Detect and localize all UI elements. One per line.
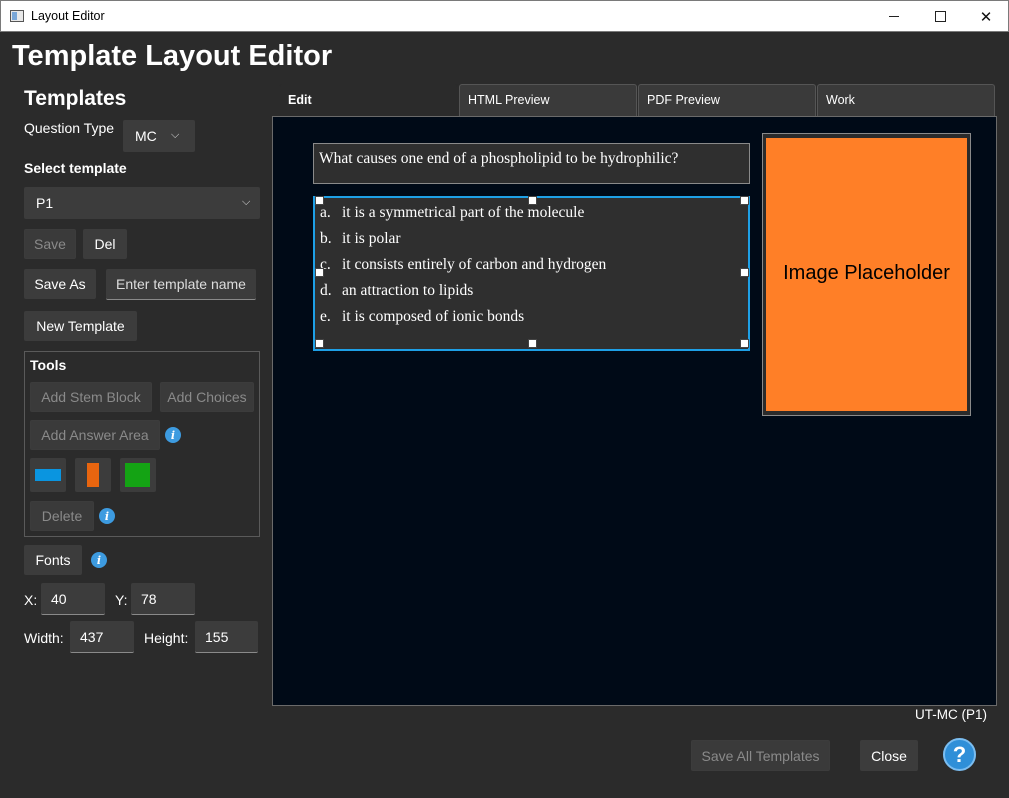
help-button[interactable]: ? bbox=[943, 738, 976, 771]
tab-work[interactable]: Work bbox=[817, 84, 995, 116]
resize-handle-top[interactable] bbox=[528, 196, 537, 205]
delete-element-button[interactable]: Delete bbox=[30, 501, 94, 531]
template-name-input[interactable]: Enter template name bbox=[106, 269, 256, 300]
close-icon: ✕ bbox=[979, 8, 993, 26]
blue-rectangle-icon bbox=[35, 469, 61, 481]
width-input[interactable]: 437 bbox=[70, 621, 134, 653]
window-titlebar: Layout Editor ✕ bbox=[0, 0, 1009, 32]
maximize-icon bbox=[934, 11, 946, 22]
info-icon[interactable]: i bbox=[99, 508, 115, 524]
tab-edit[interactable]: Edit bbox=[279, 84, 458, 116]
x-label: X: bbox=[24, 592, 38, 608]
status-label: UT-MC (P1) bbox=[915, 707, 987, 722]
minimize-button[interactable] bbox=[871, 1, 917, 32]
image-placeholder[interactable]: Image Placeholder bbox=[766, 138, 967, 411]
resize-handle-bottom-right[interactable] bbox=[740, 339, 749, 348]
fonts-button[interactable]: Fonts bbox=[24, 545, 82, 575]
info-icon[interactable]: i bbox=[165, 427, 181, 443]
choice-letter: b. bbox=[320, 230, 332, 247]
save-all-templates-button[interactable]: Save All Templates bbox=[691, 740, 830, 771]
close-window-button[interactable]: ✕ bbox=[963, 1, 1009, 32]
choice-text: it is a symmetrical part of the molecule bbox=[342, 204, 585, 221]
minimize-icon bbox=[889, 16, 899, 17]
templates-heading: Templates bbox=[24, 87, 127, 110]
resize-handle-top-left[interactable] bbox=[315, 196, 324, 205]
y-input[interactable]: 78 bbox=[131, 583, 195, 615]
resize-handle-bottom[interactable] bbox=[528, 339, 537, 348]
template-dropdown[interactable]: P1 ⌵ bbox=[24, 187, 260, 219]
tools-heading: Tools bbox=[30, 357, 67, 373]
select-template-label: Select template bbox=[24, 160, 127, 176]
question-type-label: Question Type bbox=[24, 120, 115, 136]
height-input[interactable]: 155 bbox=[195, 621, 258, 653]
chevron-down-icon: ⌵ bbox=[171, 129, 180, 141]
stem-text: What causes one end of a phospholipid to… bbox=[319, 150, 679, 167]
choices-block[interactable]: a. it is a symmetrical part of the molec… bbox=[313, 196, 750, 351]
save-button[interactable]: Save bbox=[24, 229, 76, 259]
choice-text: it is polar bbox=[342, 230, 401, 247]
tab-pdf-preview[interactable]: PDF Preview bbox=[638, 84, 816, 116]
resize-handle-bottom-left[interactable] bbox=[315, 339, 324, 348]
image-placeholder-label: Image Placeholder bbox=[783, 262, 950, 284]
add-choices-button[interactable]: Add Choices bbox=[160, 382, 254, 412]
square-block-button[interactable] bbox=[120, 458, 156, 492]
save-as-button[interactable]: Save As bbox=[24, 269, 96, 299]
resize-handle-right[interactable] bbox=[740, 268, 749, 277]
maximize-button[interactable] bbox=[917, 1, 963, 32]
vertical-block-button[interactable] bbox=[75, 458, 111, 492]
choice-letter: d. bbox=[320, 282, 332, 299]
help-icon: ? bbox=[952, 741, 967, 767]
question-type-value: MC bbox=[135, 128, 157, 144]
horizontal-block-button[interactable] bbox=[30, 458, 66, 492]
window-title: Layout Editor bbox=[31, 9, 105, 23]
orange-rectangle-icon bbox=[87, 463, 99, 487]
green-square-icon bbox=[125, 463, 150, 487]
delete-template-button[interactable]: Del bbox=[83, 229, 127, 259]
close-button[interactable]: Close bbox=[860, 740, 918, 771]
new-template-button[interactable]: New Template bbox=[24, 311, 137, 341]
chevron-down-icon: ⌵ bbox=[242, 196, 251, 208]
choice-text: an attraction to lipids bbox=[342, 282, 474, 299]
height-label: Height: bbox=[144, 630, 189, 646]
resize-handle-left[interactable] bbox=[315, 268, 324, 277]
choice-text: it consists entirely of carbon and hydro… bbox=[342, 256, 607, 273]
template-dropdown-value: P1 bbox=[36, 195, 54, 211]
choice-text: it is composed of ionic bonds bbox=[342, 308, 525, 325]
add-stem-block-button[interactable]: Add Stem Block bbox=[30, 382, 152, 412]
add-answer-area-button[interactable]: Add Answer Area bbox=[30, 420, 160, 450]
app-heading: Template Layout Editor bbox=[12, 40, 333, 72]
app-window-icon bbox=[10, 10, 24, 22]
tab-html-preview[interactable]: HTML Preview bbox=[459, 84, 637, 116]
question-type-dropdown[interactable]: MC ⌵ bbox=[123, 120, 195, 152]
info-icon[interactable]: i bbox=[91, 552, 107, 568]
width-label: Width: bbox=[24, 630, 64, 646]
resize-handle-top-right[interactable] bbox=[740, 196, 749, 205]
x-input[interactable]: 40 bbox=[41, 583, 105, 615]
choice-letter: e. bbox=[320, 308, 331, 325]
y-label: Y: bbox=[115, 592, 128, 608]
choice-letter: a. bbox=[320, 204, 331, 221]
stem-block[interactable]: What causes one end of a phospholipid to… bbox=[313, 143, 750, 184]
